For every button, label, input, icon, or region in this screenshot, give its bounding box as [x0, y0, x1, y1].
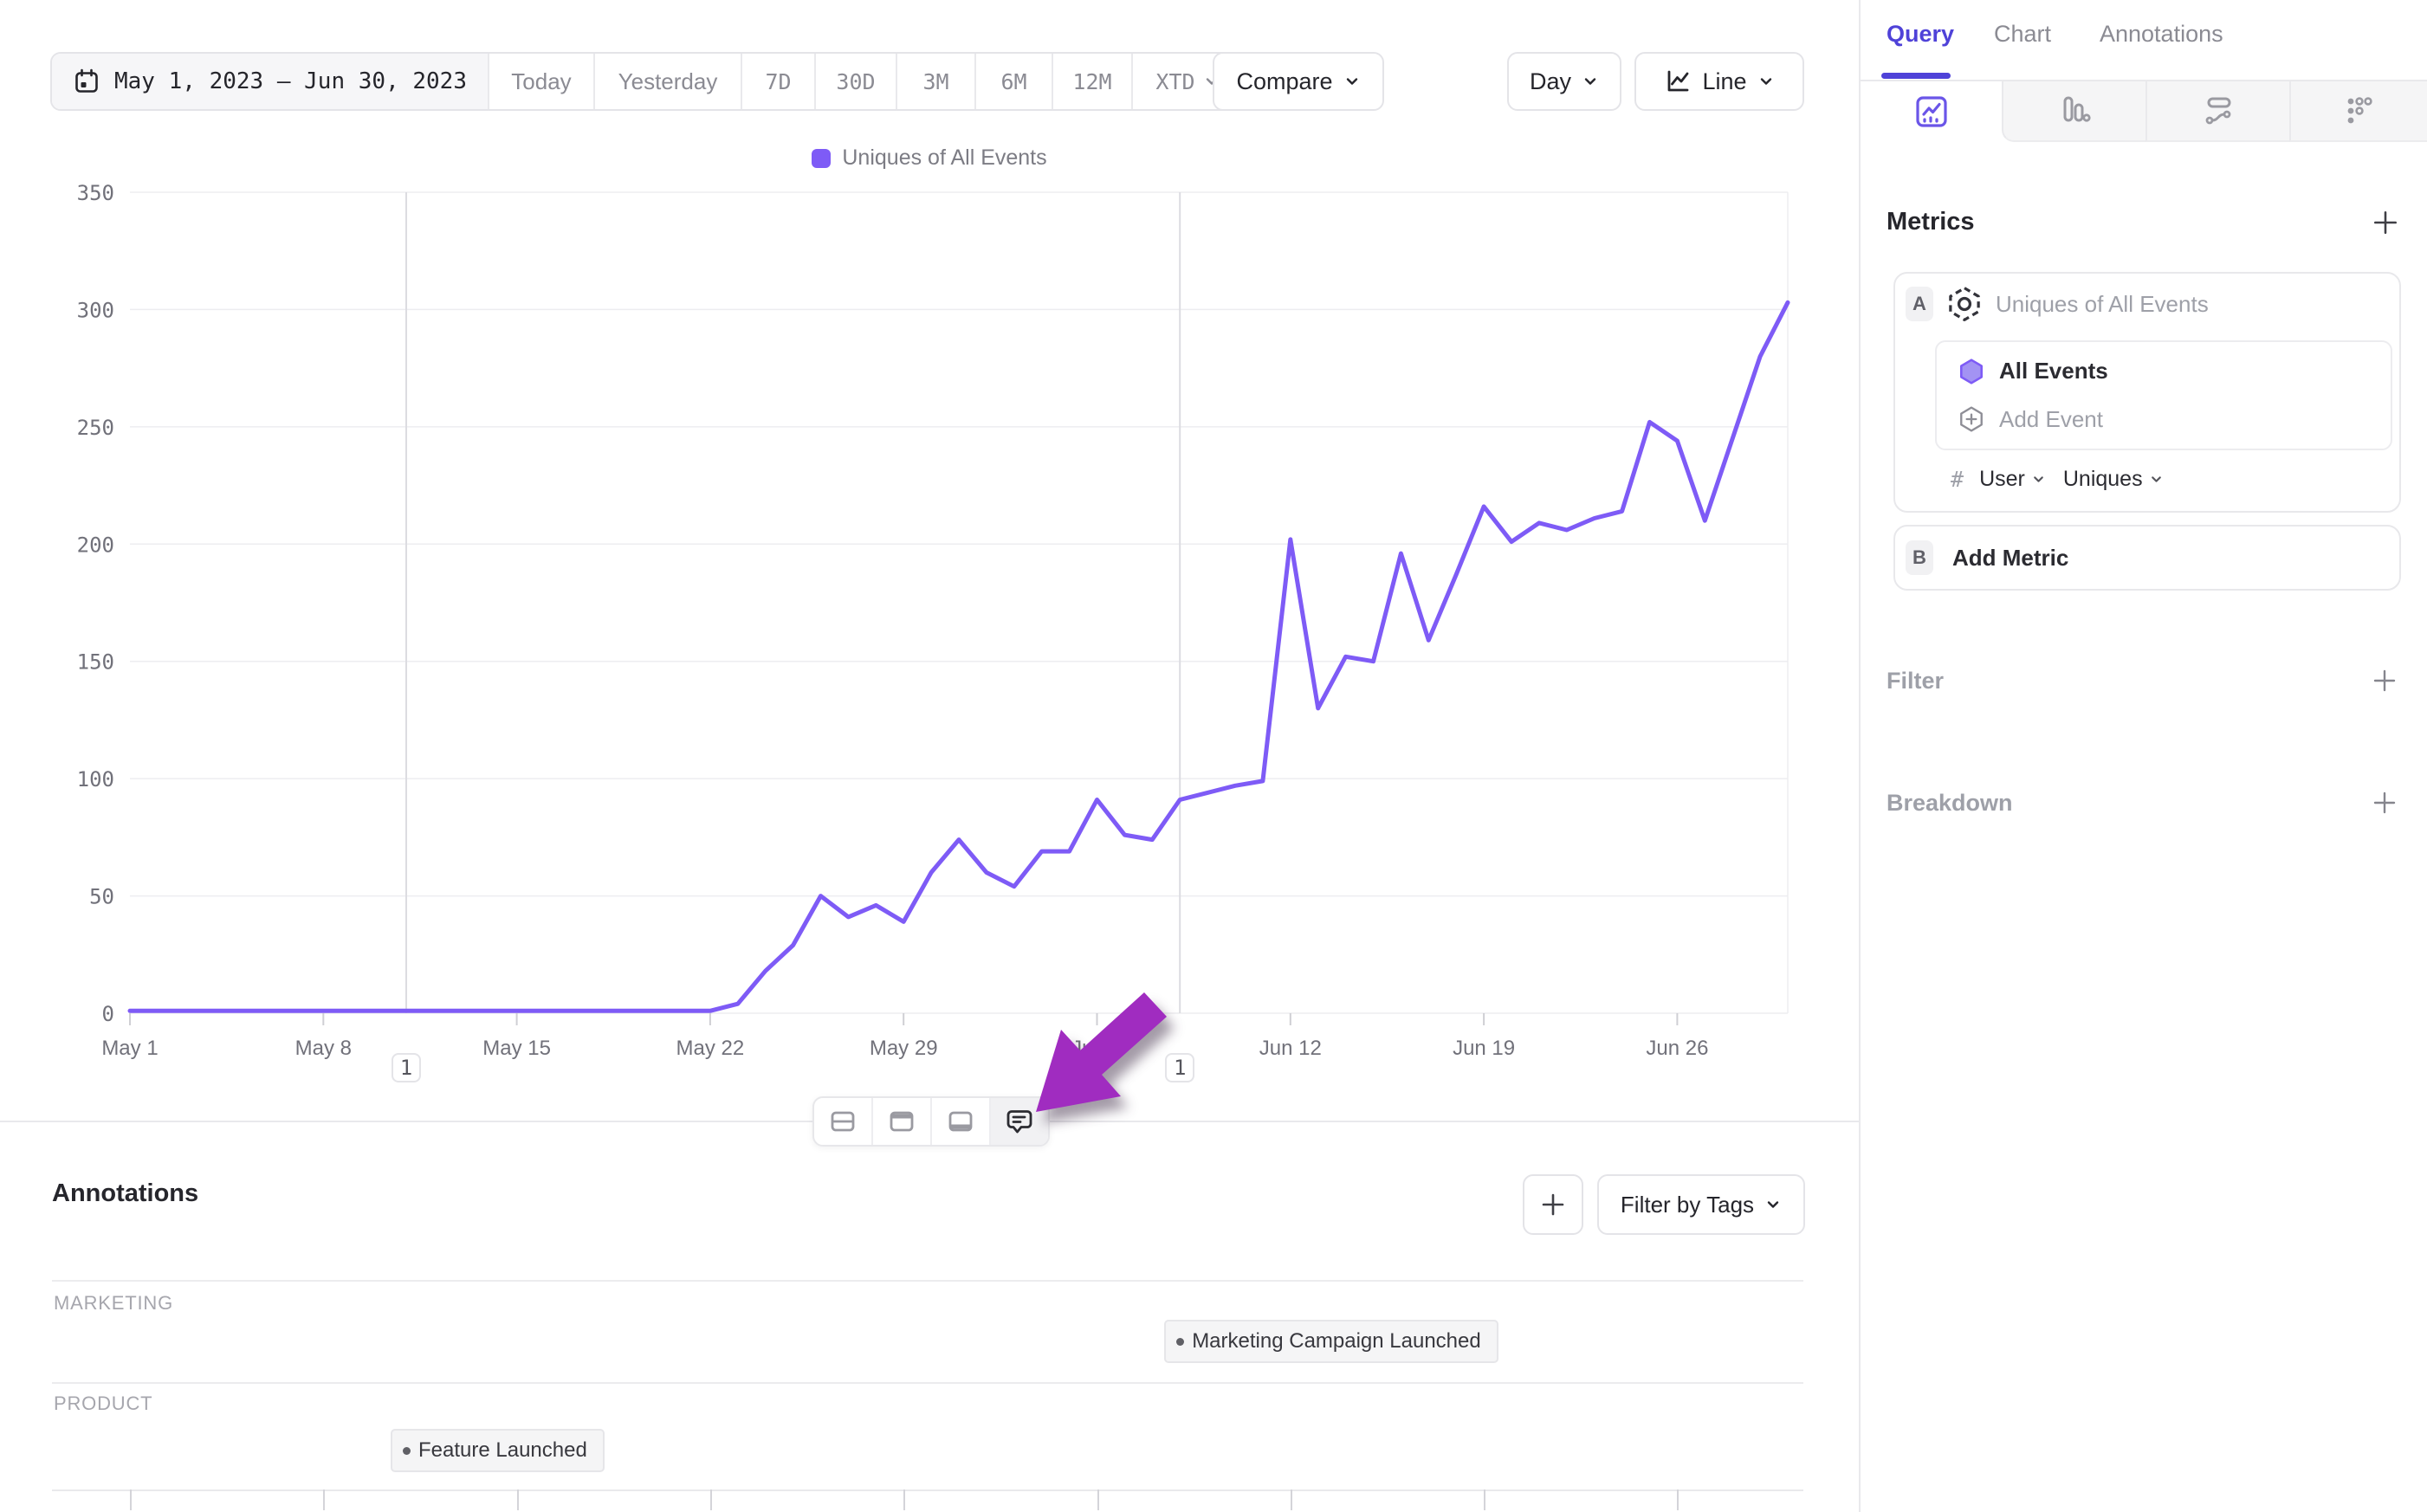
layout-split-horizontal-button[interactable] — [814, 1098, 871, 1145]
svg-text:May 22: May 22 — [676, 1037, 745, 1060]
add-metric-plus-icon[interactable] — [2372, 209, 2399, 236]
svg-text:250: 250 — [77, 416, 114, 440]
svg-text:350: 350 — [77, 181, 114, 205]
add-event-row[interactable]: Add Event — [1937, 405, 2391, 433]
filter-section-row: Filter — [1887, 660, 2398, 701]
chart-type-retention-button[interactable] — [2289, 81, 2427, 142]
split-horizontal-icon — [828, 1107, 858, 1136]
chevron-down-icon — [2031, 472, 2046, 487]
annotation-dot-icon — [403, 1447, 411, 1455]
annotation-group-label-marketing: MARKETING — [54, 1292, 173, 1315]
metric-slot-badge: B — [1906, 540, 1933, 575]
flow-icon — [2201, 94, 2236, 128]
timeline-tick — [517, 1489, 519, 1510]
plus-icon — [1540, 1192, 1566, 1218]
bar-chart-icon — [2057, 94, 2092, 128]
insights-report-page: May 1, 2023 — Jun 30, 2023 Today Yesterd… — [0, 0, 2427, 1512]
add-metric-label: Add Metric — [1952, 545, 2068, 572]
svg-text:0: 0 — [102, 1002, 114, 1026]
count-type-icon: # — [1951, 467, 1964, 492]
timeline-tick — [1097, 1489, 1099, 1510]
layout-top-panel-button[interactable] — [871, 1098, 930, 1145]
annotation-chip-product[interactable]: Feature Launched — [391, 1429, 605, 1472]
annotation-count-badge[interactable]: 1 — [392, 1053, 421, 1082]
entity-dropdown[interactable]: User — [1979, 467, 2046, 492]
top-panel-icon — [887, 1107, 916, 1136]
timeline-tick — [323, 1489, 325, 1510]
timeline-tick — [1484, 1489, 1485, 1510]
metric-card: A Uniques of All Events All Events Add E… — [1893, 272, 2401, 513]
svg-text:200: 200 — [77, 533, 114, 557]
timeline-tick — [1291, 1489, 1292, 1510]
metric-settings-hexagon-icon[interactable] — [1945, 285, 1984, 323]
metric-title[interactable]: Uniques of All Events — [1996, 291, 2209, 318]
chevron-down-icon — [2149, 472, 2164, 487]
metric-slot-badge: A — [1906, 287, 1933, 321]
event-list-card: All Events Add Event — [1935, 340, 2392, 450]
svg-text:150: 150 — [77, 650, 114, 675]
chart-type-bar-button[interactable] — [2002, 81, 2145, 142]
svg-text:May 29: May 29 — [870, 1037, 938, 1060]
sidebar-divider — [1859, 0, 1861, 1512]
tab-query[interactable]: Query — [1887, 21, 1954, 48]
bottom-panel-icon — [946, 1107, 975, 1136]
annotation-group-label-product: PRODUCT — [54, 1392, 152, 1415]
timeline-tick — [130, 1489, 132, 1510]
svg-text:May 15: May 15 — [482, 1037, 551, 1060]
timeline-tick — [903, 1489, 905, 1510]
insights-line-chart-icon — [1914, 94, 1949, 129]
event-hexagon-icon — [1958, 358, 1985, 385]
tab-chart[interactable]: Chart — [1994, 21, 2051, 48]
line-chart-canvas[interactable]: 0 50 100 150 200 250 300 350 May 1 May 8 May 15 May… — [0, 0, 1859, 1117]
timeline-tick — [710, 1489, 712, 1510]
svg-text:Jun 19: Jun 19 — [1453, 1037, 1515, 1060]
breakdown-label: Breakdown — [1887, 790, 2013, 817]
annotations-heading: Annotations — [52, 1179, 198, 1208]
add-event-hexagon-icon — [1958, 405, 1985, 433]
divider — [52, 1280, 1803, 1282]
annotations-timeline-axis — [52, 1489, 1803, 1491]
divider — [52, 1382, 1803, 1384]
add-metric-card[interactable]: B Add Metric — [1893, 525, 2401, 591]
aggregation-dropdown[interactable]: Uniques — [2063, 467, 2164, 492]
retention-dots-icon — [2342, 94, 2377, 128]
svg-text:May 8: May 8 — [295, 1037, 352, 1060]
add-annotation-button[interactable] — [1523, 1174, 1583, 1235]
annotation-dot-icon — [1176, 1338, 1184, 1346]
filter-by-tags-dropdown[interactable]: Filter by Tags — [1597, 1174, 1805, 1235]
svg-text:100: 100 — [77, 767, 114, 792]
chart-type-insights-button[interactable] — [1861, 81, 2002, 142]
svg-text:300: 300 — [77, 298, 114, 322]
tab-annotations[interactable]: Annotations — [2100, 21, 2223, 48]
timeline-tick — [1677, 1489, 1679, 1510]
event-row-all-events[interactable]: All Events — [1937, 358, 2391, 385]
active-tab-indicator — [1881, 73, 1951, 79]
add-filter-plus-icon[interactable] — [2372, 668, 2398, 694]
svg-text:May 1: May 1 — [101, 1037, 158, 1060]
breakdown-section-row: Breakdown — [1887, 782, 2398, 824]
filter-label: Filter — [1887, 668, 1944, 695]
pointer-arrow-cursor — [979, 961, 1204, 1143]
svg-text:Jun 26: Jun 26 — [1646, 1037, 1708, 1060]
chart-type-flow-button[interactable] — [2145, 81, 2289, 142]
add-breakdown-plus-icon[interactable] — [2372, 790, 2398, 816]
metric-units-row: # User Uniques — [1951, 459, 2164, 499]
svg-text:Jun 12: Jun 12 — [1259, 1037, 1322, 1060]
annotation-chip-marketing[interactable]: Marketing Campaign Launched — [1164, 1320, 1498, 1363]
chevron-down-icon — [1764, 1196, 1782, 1213]
metrics-heading: Metrics — [1887, 208, 1975, 236]
svg-text:50: 50 — [89, 885, 114, 909]
